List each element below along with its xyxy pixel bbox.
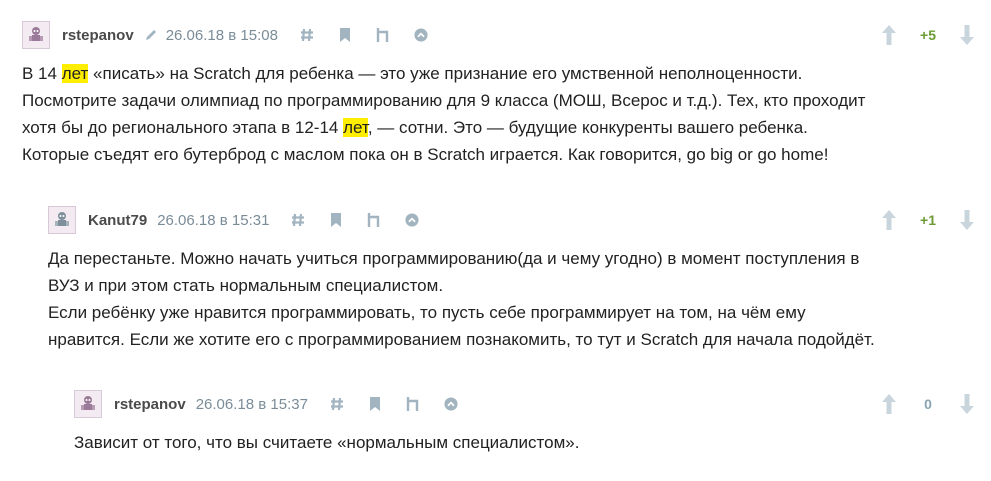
vote-panel: +5 [878, 20, 978, 50]
comment-line: ВУЗ и при этом стать нормальным специали… [48, 276, 444, 295]
comment-header: rstepanov 26.06.18 в 15:08 +5 [22, 20, 978, 50]
text: «писать» на Scratch для ребенка — это уж… [88, 64, 803, 83]
comment-header: Kanut79 26.06.18 в 15:31 +1 [48, 205, 978, 235]
vote-score: 0 [924, 396, 932, 412]
bookmark-icon[interactable] [338, 27, 352, 43]
comment: rstepanov 26.06.18 в 15:08 +5 В 14 лет «… [22, 20, 978, 168]
hash-icon[interactable] [330, 396, 344, 412]
comment-date[interactable]: 26.06.18 в 15:08 [166, 27, 278, 44]
text: , — сотни. Это — будущие конкуренты ваше… [367, 118, 808, 137]
avatar[interactable] [48, 206, 76, 234]
arrow-down-icon[interactable] [956, 209, 978, 231]
vote-score: +5 [920, 27, 936, 43]
vote-score: +1 [920, 212, 936, 228]
avatar[interactable] [74, 390, 102, 418]
parent-comment-icon[interactable] [367, 212, 381, 228]
comment-line: Зависит от того, что вы считаете «нормал… [74, 433, 580, 452]
comment-line: Которые съедят его бутерброд с маслом по… [22, 145, 829, 164]
avatar[interactable] [22, 21, 50, 49]
username[interactable]: rstepanov [62, 27, 134, 44]
comment-date[interactable]: 26.06.18 в 15:31 [157, 212, 269, 229]
chevron-up-circle-icon[interactable] [414, 27, 428, 43]
parent-comment-icon[interactable] [406, 396, 420, 412]
arrow-up-icon[interactable] [878, 393, 900, 415]
hash-icon[interactable] [300, 27, 314, 43]
comment-line: нравится. Если же хотите его с программи… [48, 330, 875, 349]
search-highlight: лет [61, 64, 89, 83]
comment-line: Если ребёнку уже нравится программироват… [48, 303, 806, 322]
chevron-up-circle-icon[interactable] [444, 396, 458, 412]
robot-avatar-icon [29, 27, 43, 41]
vote-panel: +1 [878, 205, 978, 235]
chevron-up-circle-icon[interactable] [405, 212, 419, 228]
robot-avatar-icon [81, 396, 95, 410]
vote-panel: 0 [878, 389, 978, 419]
comment-date[interactable]: 26.06.18 в 15:37 [196, 396, 308, 413]
robot-avatar-icon [55, 212, 69, 226]
comment-line: Посмотрите задачи олимпиад по программир… [22, 91, 866, 110]
text: хотя бы до регионального этапа в 12-14 [22, 118, 344, 137]
comment-line: Да перестаньте. Можно начать учиться про… [48, 249, 860, 268]
comment-body: Да перестаньте. Можно начать учиться про… [48, 245, 978, 353]
comment-line: В 14 лет «писать» на Scratch для ребенка… [22, 60, 978, 87]
parent-comment-icon[interactable] [376, 27, 390, 43]
arrow-up-icon[interactable] [878, 209, 900, 231]
comment: rstepanov 26.06.18 в 15:37 0 Зависит от … [74, 389, 978, 456]
username[interactable]: rstepanov [114, 396, 186, 413]
bookmark-icon[interactable] [329, 212, 343, 228]
text: В 14 [22, 64, 62, 83]
hash-icon[interactable] [291, 212, 305, 228]
pencil-icon [144, 28, 158, 42]
search-highlight: лет [343, 118, 368, 137]
comment-header: rstepanov 26.06.18 в 15:37 0 [74, 389, 978, 419]
comment: Kanut79 26.06.18 в 15:31 +1 Да перестань… [48, 205, 978, 353]
comment-body: В 14 лет «писать» на Scratch для ребенка… [22, 60, 978, 168]
arrow-down-icon[interactable] [956, 24, 978, 46]
comment-line: хотя бы до регионального этапа в 12-14 л… [22, 114, 978, 141]
username[interactable]: Kanut79 [88, 212, 147, 229]
comment-body: Зависит от того, что вы считаете «нормал… [74, 429, 978, 456]
arrow-down-icon[interactable] [956, 393, 978, 415]
bookmark-icon[interactable] [368, 396, 382, 412]
arrow-up-icon[interactable] [878, 24, 900, 46]
